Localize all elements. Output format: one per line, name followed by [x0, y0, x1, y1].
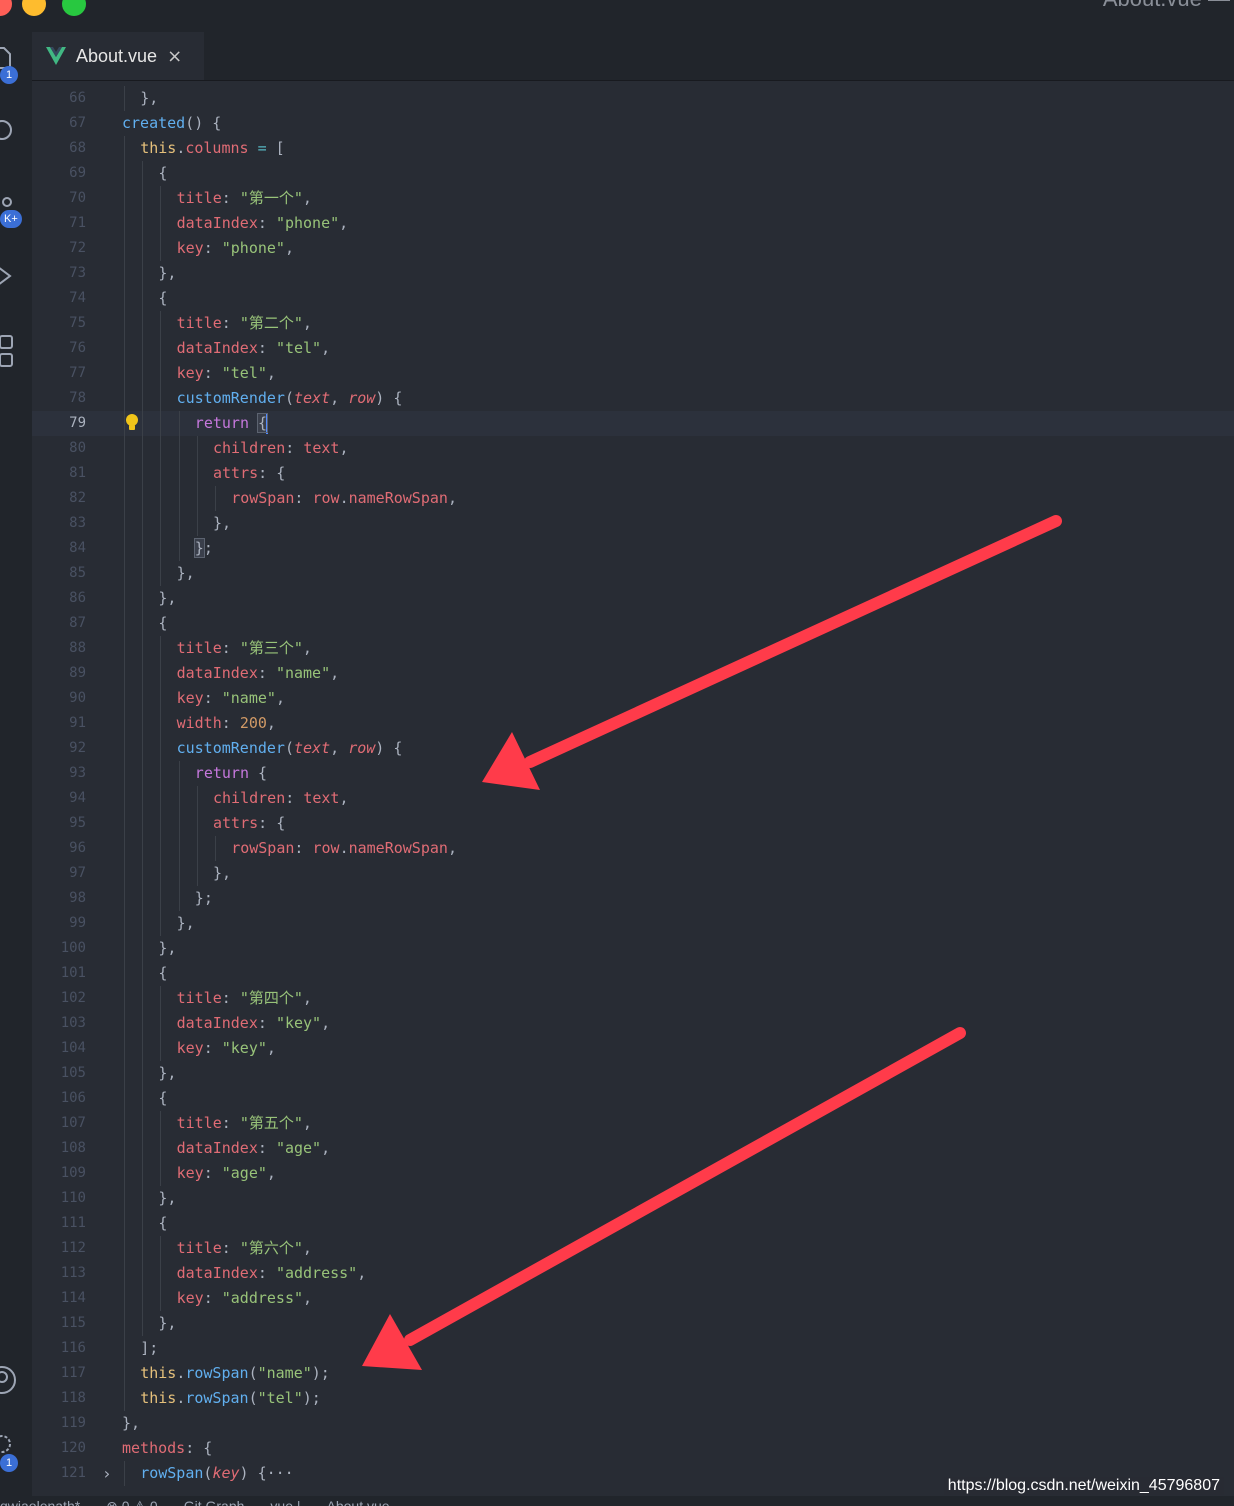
- annotation-arrows: [362, 515, 1062, 1370]
- status-item[interactable]: About.vue: [327, 1498, 390, 1506]
- status-item[interactable]: ⊗ 0 ⚠ 0: [106, 1498, 158, 1506]
- status-bar: qwiaolenath* ⊗ 0 ⚠ 0 Git Graph vue | About.v…: [0, 1496, 1234, 1506]
- status-item[interactable]: qwiaolenath*: [0, 1498, 80, 1506]
- annotation-arrow-upper: [482, 515, 1062, 790]
- status-item[interactable]: vue |: [270, 1498, 300, 1506]
- annotation-arrow-lower: [362, 1027, 966, 1370]
- watermark: https://blog.csdn.net/weixin_45796807: [943, 1477, 1224, 1495]
- status-items: qwiaolenath* ⊗ 0 ⚠ 0 Git Graph vue | About.v…: [0, 1498, 390, 1506]
- status-item[interactable]: Git Graph: [184, 1498, 245, 1506]
